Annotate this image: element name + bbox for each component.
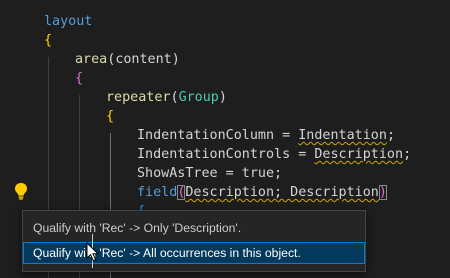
code-token: field	[137, 185, 178, 200]
code-editor[interactable]: layout{area(content){repeater(Group){Ind…	[0, 0, 450, 278]
code-token: Description; Description	[185, 185, 379, 200]
code-token: repeater	[106, 90, 171, 105]
code-token: {	[75, 71, 84, 86]
code-line[interactable]: {	[44, 31, 52, 50]
code-line[interactable]: layout	[44, 12, 92, 31]
quick-fix-menu: Qualify with 'Rec' -> Only 'Description'…	[22, 210, 366, 272]
code-token: ;	[403, 147, 412, 162]
code-token: Description	[314, 147, 404, 162]
code-line[interactable]: {	[75, 69, 83, 88]
code-token: )	[378, 185, 387, 200]
code-line[interactable]: repeater(Group)	[106, 88, 227, 107]
code-token: Indentation	[298, 128, 387, 143]
code-token: {	[106, 109, 115, 124]
code-token: Group	[178, 90, 219, 105]
code-token: content	[115, 52, 172, 67]
quick-fix-item-all-occurrences[interactable]: Qualify with 'Rec' -> All occurrences in…	[23, 242, 365, 264]
code-line[interactable]: ShowAsTree = true;	[137, 164, 282, 183]
code-token: ;	[386, 128, 395, 143]
code-token: )	[171, 52, 180, 67]
code-token: layout	[44, 14, 93, 29]
code-line[interactable]: area(content)	[75, 50, 180, 69]
code-line[interactable]: field(Description; Description)	[137, 183, 387, 202]
mouse-pointer-icon	[86, 242, 100, 262]
code-token: IndentationColumn =	[137, 128, 299, 143]
code-token: {	[44, 33, 53, 48]
quick-fix-item-only-description[interactable]: Qualify with 'Rec' -> Only 'Description'…	[23, 217, 365, 239]
code-token: area	[75, 52, 108, 67]
code-line[interactable]: IndentationControls = Description;	[137, 145, 411, 164]
code-token: ShowAsTree = true;	[137, 166, 283, 181]
code-token: (	[170, 90, 179, 105]
lightbulb-icon[interactable]	[14, 182, 28, 200]
code-line[interactable]: {	[106, 107, 114, 126]
code-token: )	[218, 90, 227, 105]
code-line[interactable]: IndentationColumn = Indentation;	[137, 126, 395, 145]
code-token: IndentationControls =	[137, 147, 315, 162]
